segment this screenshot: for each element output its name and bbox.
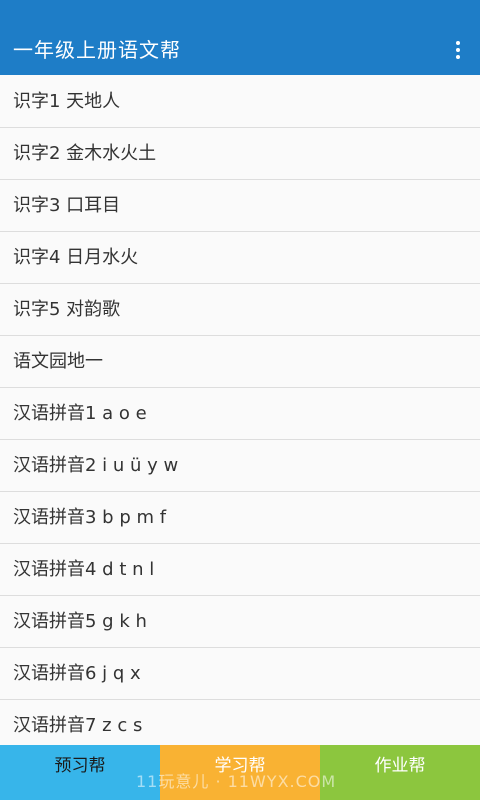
lesson-item[interactable]: 识字4 日月水火 xyxy=(0,232,480,284)
status-bar xyxy=(0,0,480,25)
overflow-menu-button[interactable] xyxy=(436,25,480,75)
lesson-item[interactable]: 汉语拼音6 j q x xyxy=(0,648,480,700)
lesson-item[interactable]: 识字3 口耳目 xyxy=(0,180,480,232)
app-bar: 一年级上册语文帮 xyxy=(0,25,480,75)
bottom-tab-bar: 预习帮 学习帮 作业帮 xyxy=(0,745,480,800)
lesson-list: 识字1 天地人 识字2 金木水火土 识字3 口耳目 识字4 日月水火 识字5 对… xyxy=(0,76,480,745)
lesson-item[interactable]: 识字1 天地人 xyxy=(0,76,480,128)
lesson-item[interactable]: 汉语拼音7 z c s xyxy=(0,700,480,745)
lesson-item[interactable]: 语文园地一 xyxy=(0,336,480,388)
app-screen: 一年级上册语文帮 识字1 天地人 识字2 金木水火土 识字3 口耳目 识字4 日… xyxy=(0,0,480,800)
app-title: 一年级上册语文帮 xyxy=(13,38,181,62)
lesson-item[interactable]: 识字2 金木水火土 xyxy=(0,128,480,180)
more-vert-icon xyxy=(456,41,460,59)
tab-preview[interactable]: 预习帮 xyxy=(0,745,160,800)
tab-homework[interactable]: 作业帮 xyxy=(320,745,480,800)
lesson-item[interactable]: 识字5 对韵歌 xyxy=(0,284,480,336)
lesson-item[interactable]: 汉语拼音1 a o e xyxy=(0,388,480,440)
lesson-item[interactable]: 汉语拼音5 g k h xyxy=(0,596,480,648)
lesson-item[interactable]: 汉语拼音3 b p m f xyxy=(0,492,480,544)
lesson-item[interactable]: 汉语拼音2 i u ü y w xyxy=(0,440,480,492)
tab-study[interactable]: 学习帮 xyxy=(160,745,320,800)
lesson-item[interactable]: 汉语拼音4 d t n l xyxy=(0,544,480,596)
